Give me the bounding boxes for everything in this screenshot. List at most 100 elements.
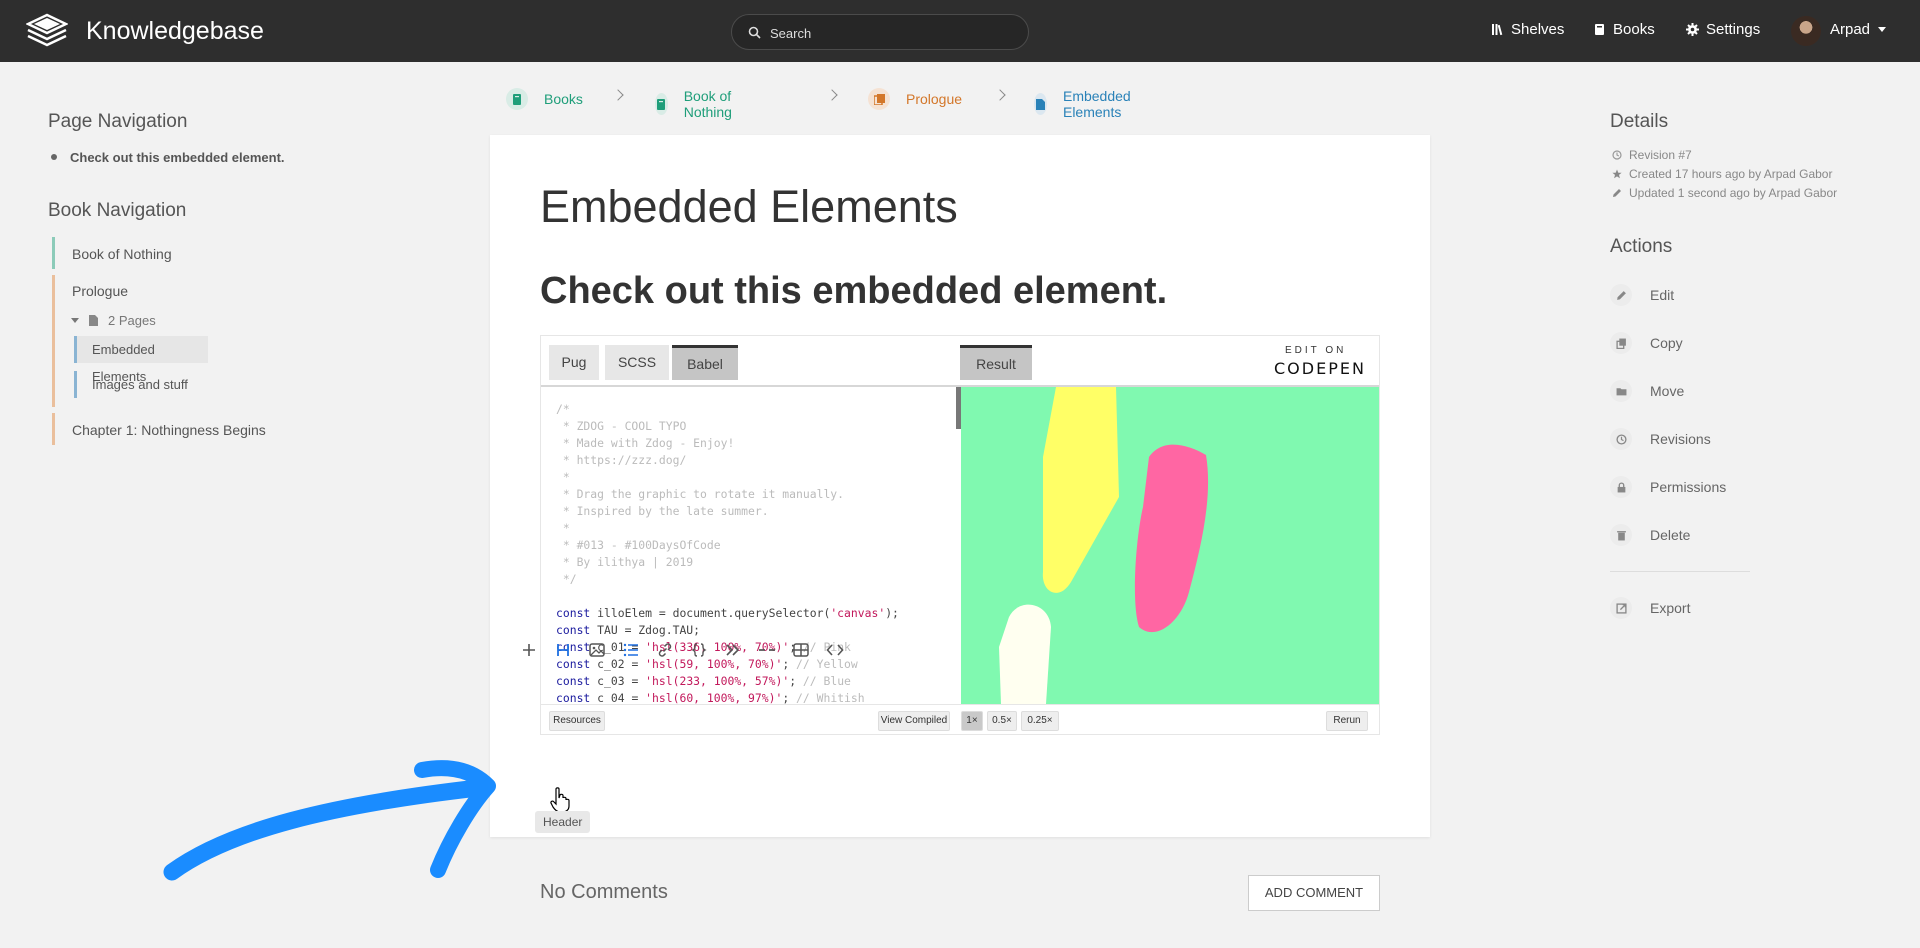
page-nav-item[interactable]: Check out this embedded element. bbox=[70, 150, 285, 165]
book-nav-page-active[interactable]: Embedded Elements bbox=[74, 336, 208, 384]
search-icon bbox=[748, 26, 761, 39]
pages-toggle[interactable]: 2 Pages bbox=[71, 313, 156, 328]
updated-text: Updated 1 second ago by Arpad Gabor bbox=[1629, 186, 1838, 200]
export-action[interactable]: Export bbox=[1610, 597, 1690, 619]
header-icon[interactable] bbox=[552, 639, 574, 661]
search-box[interactable] bbox=[731, 14, 1029, 50]
section-heading[interactable]: Check out this embedded element. bbox=[540, 270, 1167, 313]
zoom-quarter-button[interactable]: 0.25× bbox=[1021, 711, 1059, 731]
image-icon[interactable] bbox=[586, 639, 608, 661]
copy-action[interactable]: Copy bbox=[1610, 332, 1683, 354]
nav-settings-link[interactable]: Settings bbox=[1686, 21, 1760, 38]
tab-pug[interactable]: Pug bbox=[549, 345, 599, 380]
embed-footer: Resources View Compiled 1× 0.5× 0.25× Re… bbox=[541, 704, 1379, 734]
action-label: Copy bbox=[1650, 335, 1683, 351]
breadcrumb-embedded-elements[interactable]: Embedded Elements bbox=[1034, 88, 1140, 120]
book-icon bbox=[506, 88, 528, 110]
user-menu[interactable]: Arpad bbox=[1830, 21, 1887, 38]
page-indicator bbox=[74, 336, 77, 363]
book-nav-chapter-1[interactable]: Chapter 1: Nothingness Begins bbox=[72, 422, 266, 438]
action-label: Edit bbox=[1650, 287, 1675, 303]
copy-icon bbox=[1610, 332, 1632, 354]
code-comment: /* * ZDOG - COOL TYPO * Made with Zdog -… bbox=[556, 402, 845, 586]
permissions-action[interactable]: Permissions bbox=[1610, 476, 1726, 498]
hand-cursor-icon bbox=[550, 787, 570, 813]
code-braces-icon[interactable] bbox=[688, 639, 710, 661]
embed-icon[interactable] bbox=[824, 639, 846, 661]
breadcrumb-book-of-nothing[interactable]: Book of Nothing bbox=[655, 88, 741, 120]
book-nav-chapter-prologue[interactable]: Prologue bbox=[72, 283, 128, 299]
caret-down-icon bbox=[71, 318, 79, 323]
link-icon[interactable] bbox=[654, 639, 676, 661]
nav-settings-label: Settings bbox=[1706, 21, 1761, 38]
breadcrumb-label: Prologue bbox=[906, 91, 963, 107]
plus-icon[interactable] bbox=[518, 639, 540, 661]
book-icon bbox=[1595, 24, 1604, 35]
nav-shelves-label: Shelves bbox=[1511, 21, 1565, 38]
created-text: Created 17 hours ago by Arpad Gabor bbox=[1629, 167, 1833, 181]
shelves-icon bbox=[1492, 24, 1503, 36]
add-comment-button[interactable]: ADD COMMENT bbox=[1248, 875, 1380, 911]
tab-babel[interactable]: Babel bbox=[672, 345, 738, 380]
export-icon bbox=[1610, 597, 1632, 619]
nav-books-link[interactable]: Books bbox=[1593, 21, 1655, 38]
view-compiled-button[interactable]: View Compiled bbox=[878, 711, 950, 731]
top-bar: Knowledgebase Shelves Books Settings Arp… bbox=[0, 0, 1920, 62]
search-input[interactable] bbox=[770, 23, 1010, 43]
updated-info: Updated 1 second ago by Arpad Gabor bbox=[1612, 186, 1837, 200]
quote-icon[interactable] bbox=[722, 639, 744, 661]
book-nav-page-label: Images and stuff bbox=[92, 377, 188, 392]
edit-on-label[interactable]: EDIT ON bbox=[1285, 345, 1346, 356]
star-icon bbox=[1612, 169, 1622, 179]
list-icon[interactable] bbox=[620, 639, 642, 661]
action-label: Permissions bbox=[1650, 479, 1727, 495]
chapter-icon bbox=[868, 88, 890, 110]
action-label: Move bbox=[1650, 383, 1685, 399]
embed-tab-bar: Pug SCSS Babel Result EDIT ON CODEPEN bbox=[541, 336, 1379, 387]
revisions-action[interactable]: Revisions bbox=[1610, 428, 1711, 450]
actions-divider bbox=[1610, 571, 1750, 572]
delete-action[interactable]: Delete bbox=[1610, 524, 1690, 546]
rerun-button[interactable]: Rerun bbox=[1326, 711, 1368, 731]
resources-button[interactable]: Resources bbox=[549, 711, 605, 731]
folder-icon bbox=[1610, 380, 1632, 402]
zoom-1x-button[interactable]: 1× bbox=[961, 711, 983, 731]
breadcrumb-books[interactable]: Books bbox=[506, 88, 583, 110]
table-icon[interactable] bbox=[790, 639, 812, 661]
avatar[interactable] bbox=[1791, 16, 1821, 46]
lock-icon bbox=[1610, 476, 1632, 498]
pink-shape bbox=[1134, 444, 1209, 633]
brand-title[interactable]: Knowledgebase bbox=[86, 17, 264, 46]
pages-count: 2 Pages bbox=[108, 313, 156, 328]
yellow-shape bbox=[1042, 387, 1119, 593]
result-panel[interactable] bbox=[961, 387, 1379, 704]
chapter-indicator bbox=[52, 275, 55, 407]
book-indicator bbox=[52, 237, 55, 269]
code-line: const illoElem = document.querySelector(… bbox=[556, 606, 899, 620]
no-comments-label: No Comments bbox=[540, 881, 668, 903]
code-line: const c_03 = 'hsl(233, 100%, 57%)'; // B… bbox=[556, 674, 851, 688]
actions-title: Actions bbox=[1610, 236, 1673, 257]
zoom-half-button[interactable]: 0.5× bbox=[987, 711, 1017, 731]
book-nav-book[interactable]: Book of Nothing bbox=[72, 246, 172, 262]
breadcrumb-prologue[interactable]: Prologue bbox=[868, 88, 962, 110]
nav-shelves-link[interactable]: Shelves bbox=[1491, 21, 1564, 38]
knowledgebase-logo-icon[interactable] bbox=[26, 13, 68, 49]
codepen-logo[interactable]: CODEPEN bbox=[1274, 359, 1366, 378]
move-action[interactable]: Move bbox=[1610, 380, 1684, 402]
pencil-icon bbox=[1610, 284, 1632, 306]
revision-info[interactable]: Revision #7 bbox=[1612, 148, 1692, 162]
chevron-down-icon bbox=[1878, 27, 1887, 32]
trash-icon bbox=[1610, 524, 1632, 546]
nav-books-label: Books bbox=[1613, 21, 1655, 38]
action-label: Delete bbox=[1650, 527, 1691, 543]
history-icon bbox=[1610, 428, 1632, 450]
tooltip: Header bbox=[535, 811, 591, 833]
tab-scss[interactable]: SCSS bbox=[605, 345, 669, 380]
divider-icon[interactable] bbox=[756, 639, 778, 661]
book-nav-page[interactable]: Images and stuff bbox=[74, 371, 208, 398]
edit-action[interactable]: Edit bbox=[1610, 284, 1674, 306]
page-icon bbox=[1034, 93, 1047, 115]
action-label: Export bbox=[1650, 600, 1691, 616]
tab-result[interactable]: Result bbox=[960, 345, 1032, 380]
